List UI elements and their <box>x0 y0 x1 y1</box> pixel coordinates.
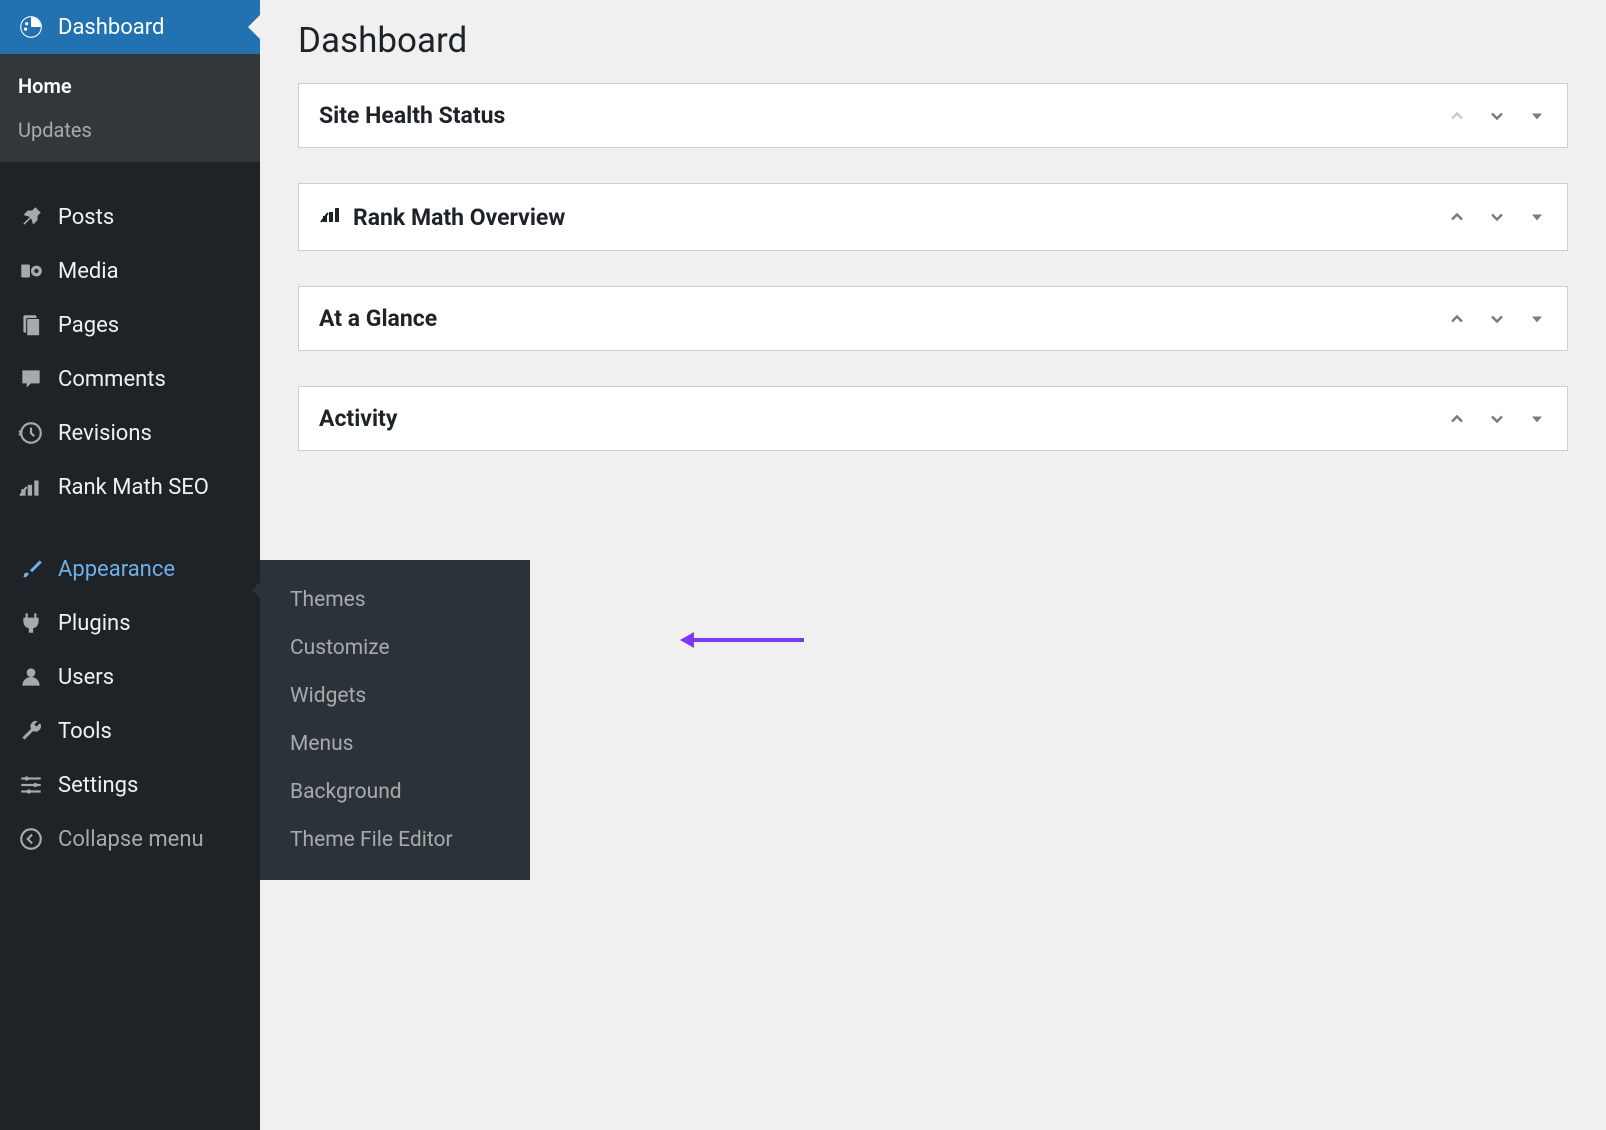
widget-rankmath: Rank Math Overview <box>298 183 1568 251</box>
sidebar-item-rankmath[interactable]: Rank Math SEO <box>0 460 260 514</box>
plug-icon <box>18 610 44 636</box>
pages-icon <box>18 312 44 338</box>
brush-icon <box>18 556 44 582</box>
sidebar-item-settings[interactable]: Settings <box>0 758 260 812</box>
move-up-icon[interactable] <box>1447 409 1467 429</box>
widget-title: At a Glance <box>319 305 1447 332</box>
move-down-icon[interactable] <box>1487 207 1507 227</box>
arrow-annotation <box>680 632 804 648</box>
arrow-line <box>694 638 804 642</box>
sidebar-item-users[interactable]: Users <box>0 650 260 704</box>
sidebar-item-label: Revisions <box>58 421 152 446</box>
move-down-icon[interactable] <box>1487 409 1507 429</box>
sidebar-item-label: Media <box>58 259 119 284</box>
flyout-themes[interactable]: Themes <box>260 576 530 624</box>
wrench-icon <box>18 718 44 744</box>
move-up-icon[interactable] <box>1447 309 1467 329</box>
sliders-icon <box>18 772 44 798</box>
arrow-head <box>680 632 694 648</box>
sidebar-item-label: Users <box>58 665 114 690</box>
flyout-widgets[interactable]: Widgets <box>260 672 530 720</box>
submenu-home[interactable]: Home <box>0 64 260 108</box>
flyout-menus[interactable]: Menus <box>260 720 530 768</box>
page-title: Dashboard <box>298 20 1568 61</box>
rankmath-icon <box>18 474 44 500</box>
sidebar-item-plugins[interactable]: Plugins <box>0 596 260 650</box>
widget-controls <box>1447 207 1547 227</box>
sidebar-item-revisions[interactable]: Revisions <box>0 406 260 460</box>
widget-title-text: At a Glance <box>319 305 437 332</box>
widget-title: Site Health Status <box>319 102 1447 129</box>
sidebar-item-appearance[interactable]: Appearance <box>0 542 260 596</box>
sidebar-item-posts[interactable]: Posts <box>0 190 260 244</box>
flyout-theme-file-editor[interactable]: Theme File Editor <box>260 816 530 864</box>
submenu-updates[interactable]: Updates <box>0 108 260 152</box>
widget-title: Rank Math Overview <box>319 202 1447 232</box>
sidebar-collapse[interactable]: Collapse menu <box>0 812 260 866</box>
sidebar-item-dashboard[interactable]: Dashboard <box>0 0 260 54</box>
collapse-icon <box>18 826 44 852</box>
history-icon <box>18 420 44 446</box>
media-icon <box>18 258 44 284</box>
admin-sidebar: Dashboard Home Updates Posts Media Pages… <box>0 0 260 1130</box>
sidebar-item-label: Plugins <box>58 611 131 636</box>
sidebar-item-label: Posts <box>58 205 114 230</box>
rankmath-widget-icon <box>319 202 343 232</box>
dashboard-icon <box>18 14 44 40</box>
move-down-icon[interactable] <box>1487 309 1507 329</box>
toggle-icon[interactable] <box>1527 309 1547 329</box>
move-down-icon[interactable] <box>1487 106 1507 126</box>
sidebar-item-label: Tools <box>58 719 112 744</box>
sidebar-item-label: Pages <box>58 313 119 338</box>
sidebar-item-comments[interactable]: Comments <box>0 352 260 406</box>
pin-icon <box>18 204 44 230</box>
move-up-icon[interactable] <box>1447 207 1467 227</box>
flyout-customize[interactable]: Customize <box>260 624 530 672</box>
move-up-icon[interactable] <box>1447 106 1467 126</box>
sidebar-item-label: Collapse menu <box>58 827 204 852</box>
sidebar-item-label: Comments <box>58 367 166 392</box>
sidebar-item-label: Settings <box>58 773 138 798</box>
widget-title-text: Activity <box>319 405 397 432</box>
sidebar-item-label: Rank Math SEO <box>58 475 209 500</box>
dashboard-submenu: Home Updates <box>0 54 260 162</box>
widget-title: Activity <box>319 405 1447 432</box>
widget-controls <box>1447 106 1547 126</box>
widget-controls <box>1447 409 1547 429</box>
toggle-icon[interactable] <box>1527 409 1547 429</box>
widget-controls <box>1447 309 1547 329</box>
sidebar-spacer <box>0 162 260 190</box>
user-icon <box>18 664 44 690</box>
widget-site-health: Site Health Status <box>298 83 1568 148</box>
sidebar-item-label: Dashboard <box>58 15 164 40</box>
sidebar-item-pages[interactable]: Pages <box>0 298 260 352</box>
toggle-icon[interactable] <box>1527 106 1547 126</box>
comments-icon <box>18 366 44 392</box>
widget-title-text: Site Health Status <box>319 102 505 129</box>
sidebar-item-tools[interactable]: Tools <box>0 704 260 758</box>
toggle-icon[interactable] <box>1527 207 1547 227</box>
sidebar-item-label: Appearance <box>58 557 175 582</box>
sidebar-item-media[interactable]: Media <box>0 244 260 298</box>
flyout-background[interactable]: Background <box>260 768 530 816</box>
widget-title-text: Rank Math Overview <box>353 204 565 231</box>
sidebar-spacer <box>0 514 260 542</box>
widget-at-a-glance: At a Glance <box>298 286 1568 351</box>
appearance-flyout: Themes Customize Widgets Menus Backgroun… <box>260 560 530 880</box>
widget-activity: Activity <box>298 386 1568 451</box>
